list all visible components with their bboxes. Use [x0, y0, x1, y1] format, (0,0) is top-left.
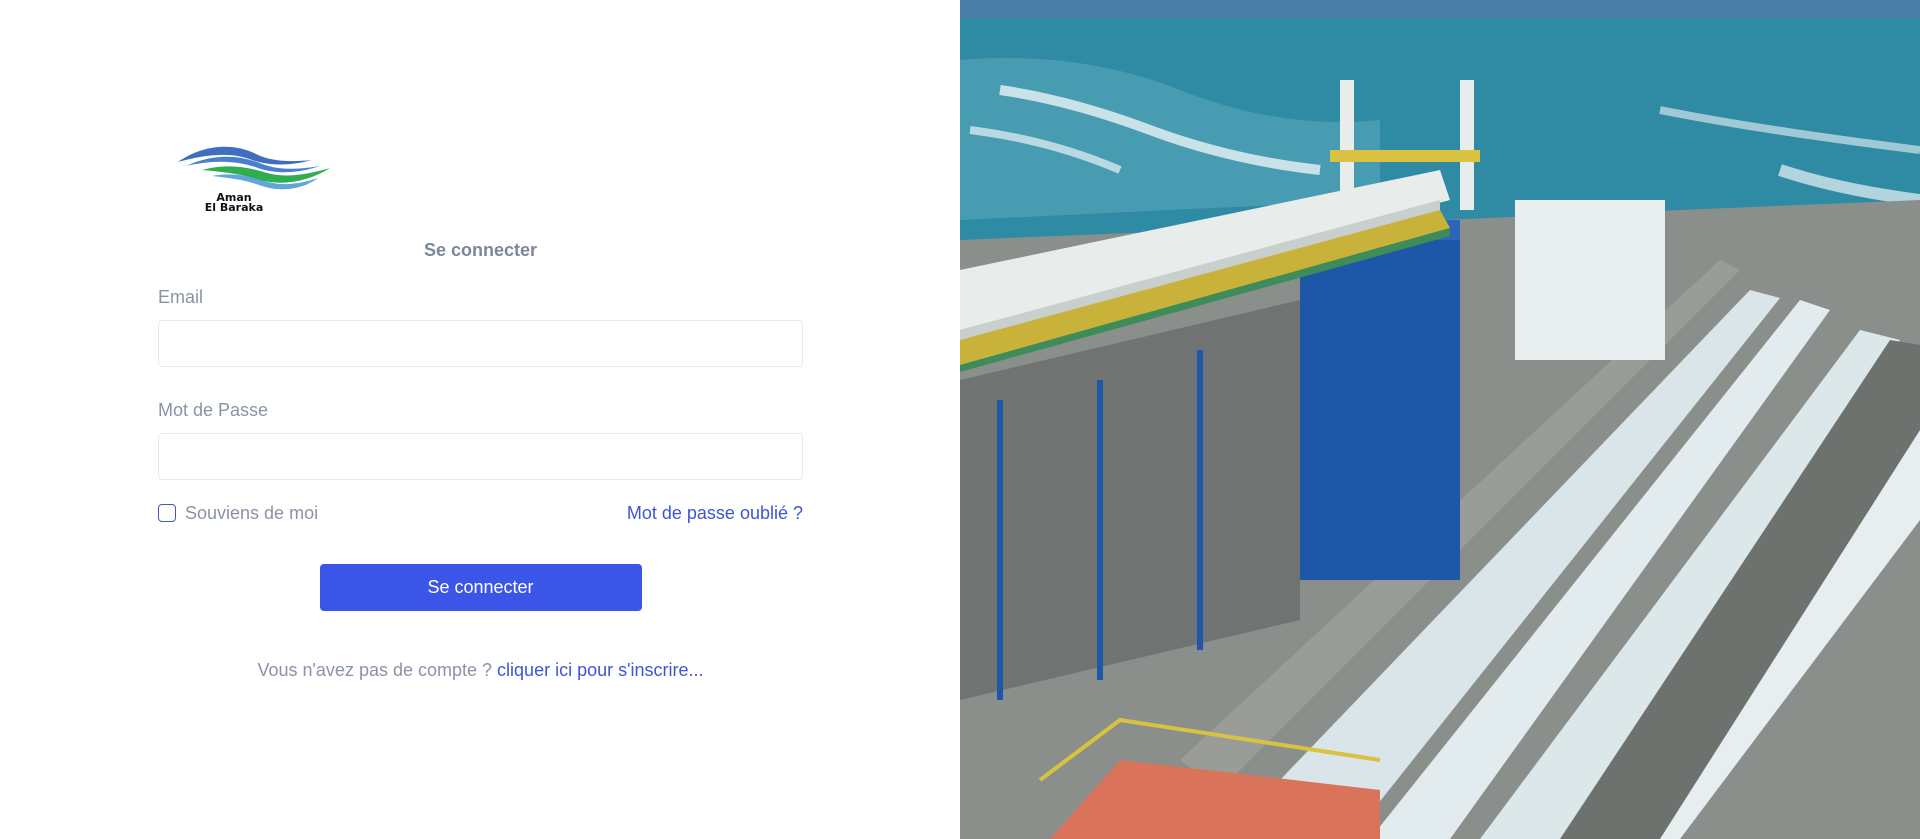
signup-link[interactable]: cliquer ici pour s'inscrire...: [497, 660, 704, 680]
login-form: Se connecter Email Mot de Passe Souviens…: [158, 240, 803, 681]
password-label: Mot de Passe: [158, 400, 269, 420]
email-label: Email: [158, 287, 204, 307]
login-panel: Aman El Baraka Se connecter Email Mot de…: [0, 0, 960, 839]
brand-logo: Aman El Baraka: [172, 140, 340, 218]
submit-row: Se connecter: [158, 564, 803, 611]
desalination-plant-image: [960, 0, 1920, 839]
form-title: Se connecter: [423, 240, 538, 260]
login-button[interactable]: Se connecter: [319, 564, 642, 611]
remember-checkbox[interactable]: [158, 504, 176, 522]
logo-text-line2: El Baraka: [204, 201, 264, 214]
options-row: Souviens de moi Mot de passe oublié ?: [158, 502, 803, 524]
forgot-password-link[interactable]: Mot de passe oublié ?: [627, 502, 803, 524]
remember-me[interactable]: Souviens de moi: [158, 502, 318, 524]
email-field[interactable]: [158, 320, 803, 367]
remember-label: Souviens de moi: [185, 503, 319, 523]
signup-prompt: Vous n'avez pas de compte ?: [257, 660, 493, 680]
waves-logo-icon: [178, 146, 330, 190]
password-field[interactable]: [158, 433, 803, 480]
signup-row: Vous n'avez pas de compte ? cliquer ici …: [158, 659, 803, 681]
hero-photo: [960, 0, 1920, 839]
